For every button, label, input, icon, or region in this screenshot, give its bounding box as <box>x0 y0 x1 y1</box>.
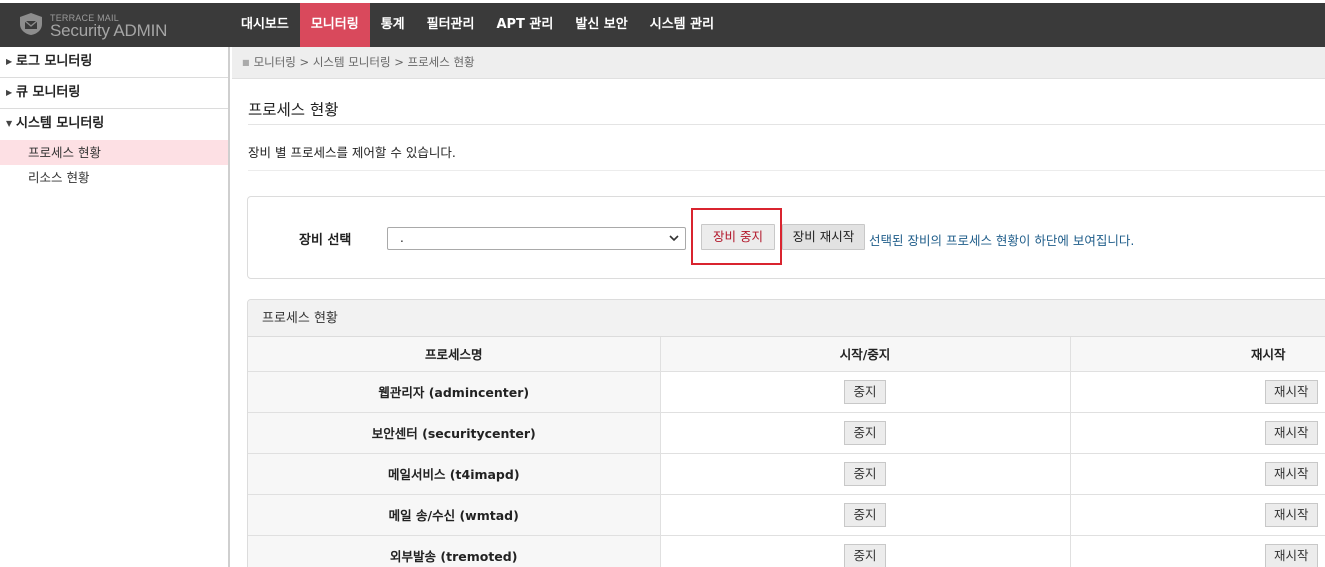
column-header-process-name: 프로세스명 <box>248 337 661 372</box>
chevron-down-icon <box>669 235 679 242</box>
restart-process-button[interactable]: 재시작 <box>1264 502 1318 527</box>
device-select-hint: 선택된 장비의 프로세스 현황이 하단에 보여집니다. <box>869 233 1135 248</box>
main-nav: 대시보드 모니터링 통계 필터관리 APT 관리 발신 보안 시스템 관리 <box>230 3 725 47</box>
stop-process-button[interactable]: 중지 <box>844 379 886 404</box>
process-table: 프로세스명 시작/중지 재시작 웹관리자 (admincenter) 중지 재시… <box>248 337 1325 567</box>
nav-item-apt-management[interactable]: APT 관리 <box>485 3 564 47</box>
divider <box>248 170 1325 171</box>
stop-process-button[interactable]: 중지 <box>844 420 886 445</box>
page-description: 장비 별 프로세스를 제어할 수 있습니다. <box>248 145 456 160</box>
process-status-panel: 프로세스 현황 프로세스명 시작/중지 재시작 웹관리자 (admincente… <box>247 299 1325 567</box>
restart-cell: 재시작 <box>1070 494 1325 536</box>
panel-title: 프로세스 현황 <box>248 300 1325 337</box>
nav-item-filter-management[interactable]: 필터관리 <box>416 3 486 47</box>
start-stop-cell: 중지 <box>660 494 1071 536</box>
breadcrumb: ■ 모니터링 > 시스템 모니터링 > 프로세스 현황 <box>232 47 1325 79</box>
sidebar-group-queue-monitoring[interactable]: ▶ 큐 모니터링 <box>0 78 228 109</box>
start-stop-cell: 중지 <box>660 371 1071 413</box>
device-select-label: 장비 선택 <box>299 233 352 248</box>
restart-cell: 재시작 <box>1070 371 1325 413</box>
sidebar-item-resource-status[interactable]: 리소스 현황 <box>0 165 228 190</box>
caret-right-icon: ▶ <box>6 57 13 66</box>
stop-device-button[interactable]: 장비 중지 <box>701 224 775 250</box>
restart-process-button[interactable]: 재시작 <box>1264 379 1318 404</box>
nav-item-outbound-security[interactable]: 발신 보안 <box>564 3 638 47</box>
process-name: 메일 송/수신 (wmtad) <box>248 494 661 536</box>
caret-right-icon: ▶ <box>6 88 13 97</box>
table-row: 메일 송/수신 (wmtad) 중지 재시작 <box>248 494 1325 536</box>
page-title: 프로세스 현황 <box>248 101 339 119</box>
start-stop-cell: 중지 <box>660 453 1071 495</box>
table-row: 외부발송 (tremoted) 중지 재시작 <box>248 535 1325 567</box>
stop-process-button[interactable]: 중지 <box>844 461 886 486</box>
restart-process-button[interactable]: 재시작 <box>1264 420 1318 445</box>
process-name: 웹관리자 (admincenter) <box>248 371 661 413</box>
restart-cell: 재시작 <box>1070 412 1325 454</box>
top-navigation-bar: TERRACE MAIL Security ADMIN 대시보드 모니터링 통계… <box>0 3 1325 47</box>
table-row: 보안센터 (securitycenter) 중지 재시작 <box>248 412 1325 454</box>
nav-item-dashboard[interactable]: 대시보드 <box>230 3 300 47</box>
divider <box>248 124 1325 125</box>
brand-name: Security ADMIN <box>50 21 168 40</box>
caret-down-icon: ▼ <box>6 119 13 128</box>
process-name: 보안센터 (securitycenter) <box>248 412 661 454</box>
restart-process-button[interactable]: 재시작 <box>1264 461 1318 486</box>
device-select-value: . <box>400 231 404 245</box>
sidebar-group-log-monitoring[interactable]: ▶ 로그 모니터링 <box>0 47 228 78</box>
sidebar-group-label: 로그 모니터링 <box>16 54 93 69</box>
nav-item-system-management[interactable]: 시스템 관리 <box>639 3 725 47</box>
sidebar-group-label: 큐 모니터링 <box>16 85 81 100</box>
stop-process-button[interactable]: 중지 <box>844 502 886 527</box>
table-header-row: 프로세스명 시작/중지 재시작 <box>248 337 1325 372</box>
column-header-start-stop: 시작/중지 <box>660 337 1071 372</box>
envelope-shield-icon <box>20 13 42 35</box>
process-name: 외부발송 (tremoted) <box>248 535 661 567</box>
breadcrumb-path: 모니터링 > 시스템 모니터링 > 프로세스 현황 <box>253 55 475 69</box>
sidebar-group-system-monitoring[interactable]: ▼ 시스템 모니터링 <box>0 109 228 140</box>
restart-cell: 재시작 <box>1070 453 1325 495</box>
stop-process-button[interactable]: 중지 <box>844 543 886 567</box>
restart-cell: 재시작 <box>1070 535 1325 567</box>
table-row: 웹관리자 (admincenter) 중지 재시작 <box>248 371 1325 413</box>
nav-item-monitoring[interactable]: 모니터링 <box>299 3 370 47</box>
table-row: 메일서비스 (t4imapd) 중지 재시작 <box>248 453 1325 495</box>
app-logo[interactable]: TERRACE MAIL Security ADMIN <box>18 12 218 42</box>
bullet-icon: ■ <box>242 58 250 67</box>
start-stop-cell: 중지 <box>660 412 1071 454</box>
column-header-restart: 재시작 <box>1070 337 1325 372</box>
start-stop-cell: 중지 <box>660 535 1071 567</box>
process-name: 메일서비스 (t4imapd) <box>248 453 661 495</box>
device-select-dropdown[interactable]: . <box>387 227 686 250</box>
restart-device-button[interactable]: 장비 재시작 <box>782 224 865 250</box>
sidebar-item-process-status[interactable]: 프로세스 현황 <box>0 140 228 165</box>
restart-process-button[interactable]: 재시작 <box>1264 543 1318 567</box>
nav-item-statistics[interactable]: 통계 <box>370 3 416 47</box>
sidebar-group-label: 시스템 모니터링 <box>16 116 105 131</box>
sidebar: ▶ 로그 모니터링 ▶ 큐 모니터링 ▼ 시스템 모니터링 프로세스 현황 리소스 현… <box>0 47 230 567</box>
